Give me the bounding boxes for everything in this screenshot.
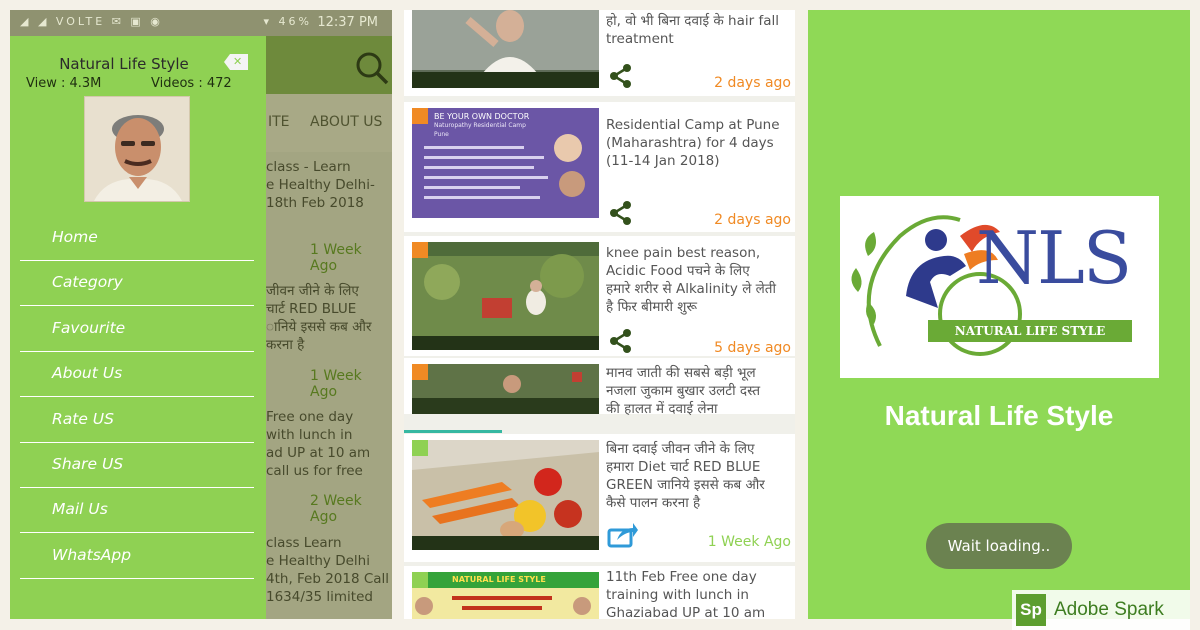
video-thumbnail[interactable] <box>412 440 599 550</box>
video-card[interactable]: मानव जाती की सबसे बड़ी भूल नजला जुकाम बु… <box>404 358 795 417</box>
app-name: Natural Life Style <box>884 400 1114 431</box>
menu-item-about-us[interactable]: About Us <box>20 352 254 397</box>
list-item[interactable]: class Learn e Healthy Delhi 4th, Feb 201… <box>266 534 389 606</box>
item-time: 1 Week Ago <box>310 368 362 400</box>
video-title: बिना दवाई जीवन जीने के लिए हमारा Diet चा… <box>606 441 765 511</box>
poster-subheading: Naturopathy Residential Camp <box>434 122 526 129</box>
video-card[interactable]: बिना दवाई जीवन जीने के लिए हमारा Diet चा… <box>404 434 795 562</box>
tab-website[interactable]: ITE <box>268 114 290 130</box>
share-icon[interactable] <box>608 200 634 226</box>
badge-corner <box>412 364 428 380</box>
share-icon[interactable] <box>608 328 634 354</box>
video-card[interactable]: NATURAL LIFE STYLE 11th Feb Free one day… <box>404 566 795 619</box>
menu-item-favourite[interactable]: Favourite <box>20 307 254 352</box>
list-item[interactable]: class - Learn e Healthy Delhi- 18th Feb … <box>266 158 375 212</box>
video-time: 1 Week Ago <box>707 534 791 550</box>
field-talk-icon <box>412 364 599 414</box>
list-item[interactable]: Free one day with lunch in ad UP at 10 a… <box>266 408 370 480</box>
poster-heading: BE YOUR OWN DOCTOR <box>434 112 530 121</box>
badge-corner <box>412 440 428 456</box>
app-header-dimmed <box>264 36 392 94</box>
battery-indicator: ▾ 46% <box>263 15 312 28</box>
video-card[interactable]: हो, वो भी बिना दवाई के hair fall treatme… <box>404 10 795 96</box>
app-logo: NLS NATURAL LIFE STYLE <box>840 196 1159 378</box>
network-label: VOLTE <box>55 15 106 28</box>
video-title: मानव जाती की सबसे बड़ी भूल नजला जुकाम बु… <box>606 365 761 417</box>
vegetables-icon <box>412 440 599 550</box>
video-thumbnail[interactable] <box>412 364 599 414</box>
status-bar: ◢ ◢ VOLTE ✉ ▣ ◉ ▾ 46% 12:37 PM <box>10 10 392 36</box>
loading-indicator: Wait loading.. <box>926 523 1072 569</box>
banner-title: NATURAL LIFE STYLE <box>452 575 546 584</box>
clock: 12:37 PM <box>317 15 378 30</box>
video-title: Residential Camp at Pune (Maharashtra) f… <box>606 117 780 169</box>
garden-session-icon <box>412 242 599 350</box>
video-time: 2 days ago <box>714 75 791 91</box>
share-arrow-icon[interactable] <box>607 522 639 548</box>
video-thumbnail[interactable] <box>412 242 599 350</box>
badge-corner <box>412 572 428 588</box>
item-time: 2 Week Ago <box>310 493 362 525</box>
video-title: knee pain best reason, Acidic Food पचने … <box>606 245 776 315</box>
battery-label: 46% <box>278 15 312 28</box>
profile-photo-icon <box>85 97 189 201</box>
item-time: 1 Week Ago <box>310 242 362 274</box>
loading-progress <box>404 430 502 433</box>
video-count: Videos : 472 <box>151 76 232 91</box>
menu-item-home[interactable]: Home <box>20 216 254 261</box>
video-card[interactable]: knee pain best reason, Acidic Food पचने … <box>404 236 795 356</box>
logo-letters: NLS <box>976 216 1132 300</box>
adobe-spark-logo-icon: Sp <box>1016 594 1046 626</box>
menu-item-mail-us[interactable]: Mail Us <box>20 488 254 533</box>
badge-corner <box>412 242 428 258</box>
navigation-drawer: Natural Life Style ✕ View : 4.3M Videos … <box>10 36 266 619</box>
poster-location: Pune <box>434 131 449 138</box>
video-card[interactable]: BE YOUR OWN DOCTOR Naturopathy Residenti… <box>404 102 795 232</box>
avatar <box>84 96 190 202</box>
menu-item-share-us[interactable]: Share US <box>20 443 254 488</box>
video-time: 5 days ago <box>714 340 791 356</box>
menu-item-rate-us[interactable]: Rate US <box>20 398 254 443</box>
list-item[interactable]: जीवन जीने के लिए चार्ट RED BLUE ानिये इस… <box>266 282 372 354</box>
tab-about-us[interactable]: ABOUT US <box>310 114 382 130</box>
video-title: 11th Feb Free one day training with lunc… <box>606 569 766 619</box>
video-list-screenshot: हो, वो भी बिना दवाई के hair fall treatme… <box>404 10 795 619</box>
view-count: View : 4.3M <box>26 76 102 91</box>
signal-icons: ◢ ◢ VOLTE ✉ ▣ ◉ <box>20 15 163 28</box>
video-time: 2 days ago <box>714 212 791 228</box>
share-icon[interactable] <box>608 63 634 89</box>
video-thumbnail[interactable]: BE YOUR OWN DOCTOR Naturopathy Residenti… <box>412 108 599 218</box>
splash-screenshot: NLS NATURAL LIFE STYLE Natural Life Styl… <box>808 10 1190 630</box>
drawer-title: Natural Life Style <box>59 55 189 73</box>
video-title: हो, वो भी बिना दवाई के hair fall treatme… <box>606 13 780 47</box>
video-thumbnail[interactable] <box>412 10 599 88</box>
badge-corner <box>412 108 428 124</box>
menu-item-category[interactable]: Category <box>20 261 254 306</box>
menu-item-whatsapp[interactable]: WhatsApp <box>20 534 254 579</box>
drawer-screenshot: ◢ ◢ VOLTE ✉ ▣ ◉ ▾ 46% 12:37 PM ITE ABOUT… <box>10 10 392 619</box>
watermark-text: Adobe Spark <box>1054 599 1164 620</box>
search-icon[interactable] <box>354 50 390 86</box>
video-thumbnail[interactable]: NATURAL LIFE STYLE <box>412 572 599 619</box>
logo-tagline: NATURAL LIFE STYLE <box>928 320 1132 342</box>
speaker-thumbnail-icon <box>412 10 599 88</box>
watermark: Sp Adobe Spark <box>1012 590 1190 630</box>
